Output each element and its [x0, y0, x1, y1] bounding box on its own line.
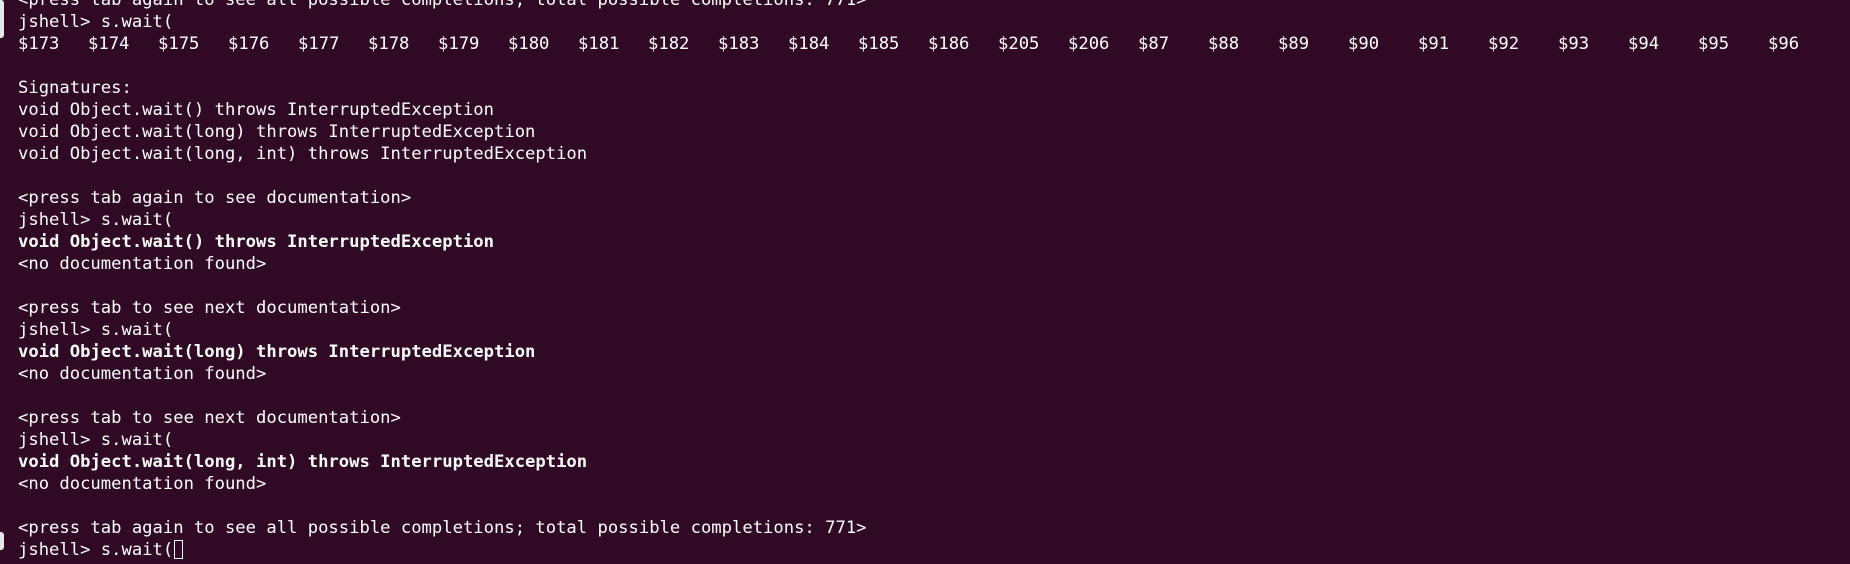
completion-item: $89 — [1278, 34, 1310, 54]
completion-item: $183 — [718, 34, 760, 54]
prompt-line: jshell> s.wait( — [18, 210, 174, 230]
prompt-line: jshell> s.wait( — [18, 320, 174, 340]
doc-signature: void Object.wait() throws InterruptedExc… — [18, 232, 494, 252]
signature-line: void Object.wait() throws InterruptedExc… — [18, 100, 494, 120]
completion-list: $173 $174 $175 $176 $177 $178 $179 $180 … — [18, 33, 1838, 55]
completion-item: $206 — [1068, 34, 1110, 54]
active-prompt-line[interactable]: jshell> s.wait( — [18, 539, 1838, 561]
signature-line: void Object.wait(long) throws Interrupte… — [18, 122, 536, 142]
completion-item: $180 — [508, 34, 550, 54]
signatures-header: Signatures: — [18, 78, 132, 98]
hint-line: <press tab to see next documentation> — [18, 298, 401, 318]
doc-signature: void Object.wait(long, int) throws Inter… — [18, 452, 588, 472]
hint-line: <press tab again to see all possible com… — [18, 518, 867, 538]
completion-item: $94 — [1628, 34, 1660, 54]
completion-item: $186 — [928, 34, 970, 54]
completion-item: $96 — [1768, 34, 1800, 54]
completion-item: $91 — [1418, 34, 1450, 54]
completion-item: $184 — [788, 34, 830, 54]
completion-item: $88 — [1208, 34, 1240, 54]
completion-item: $205 — [998, 34, 1040, 54]
completion-item: $87 — [1138, 34, 1170, 54]
terminal-window[interactable]: <press tab again to see all possible com… — [0, 0, 1850, 564]
completion-item: $181 — [578, 34, 620, 54]
completion-item: $175 — [158, 34, 200, 54]
prompt-line: jshell> s.wait( — [18, 430, 174, 450]
completion-item: $176 — [228, 34, 270, 54]
completion-item: $182 — [648, 34, 690, 54]
signature-line: void Object.wait(long, int) throws Inter… — [18, 144, 588, 164]
completion-item: $179 — [438, 34, 480, 54]
completion-item: $93 — [1558, 34, 1590, 54]
doc-signature: void Object.wait(long) throws Interrupte… — [18, 342, 536, 362]
left-edge-marker-top — [0, 0, 4, 38]
left-edge-marker-bottom — [0, 532, 4, 550]
completion-item: $185 — [858, 34, 900, 54]
doc-text: <no documentation found> — [18, 254, 267, 274]
completion-item: $173 — [18, 34, 60, 54]
doc-text: <no documentation found> — [18, 364, 267, 384]
current-prompt[interactable]: jshell> s.wait( — [18, 540, 173, 560]
output-line: <press tab again to see all possible com… — [18, 0, 867, 10]
completion-item: $95 — [1698, 34, 1730, 54]
completion-item: $177 — [298, 34, 340, 54]
doc-text: <no documentation found> — [18, 474, 267, 494]
hint-line: <press tab to see next documentation> — [18, 408, 401, 428]
hint-line: <press tab again to see documentation> — [18, 188, 412, 208]
text-cursor — [174, 540, 184, 559]
completion-item: $178 — [368, 34, 410, 54]
prompt-line: jshell> s.wait( — [18, 12, 174, 32]
completion-item: $92 — [1488, 34, 1520, 54]
completion-item: $90 — [1348, 34, 1380, 54]
completion-item: $174 — [88, 34, 130, 54]
terminal-output: <press tab again to see all possible com… — [18, 0, 1838, 561]
